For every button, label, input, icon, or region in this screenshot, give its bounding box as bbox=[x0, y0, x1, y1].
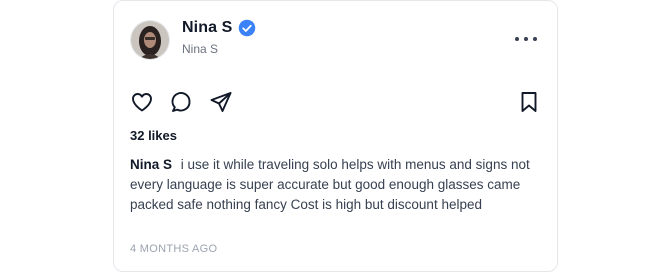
action-bar bbox=[130, 90, 541, 114]
caption-text: i use it while traveling solo helps with… bbox=[130, 157, 530, 212]
post-header: Nina S Nina S bbox=[130, 17, 541, 61]
verified-badge-icon bbox=[238, 19, 256, 37]
bookmark-icon[interactable] bbox=[517, 90, 541, 114]
comment-icon[interactable] bbox=[169, 90, 193, 114]
display-name[interactable]: Nina S bbox=[182, 19, 232, 37]
name-row: Nina S bbox=[182, 19, 256, 37]
caption-author[interactable]: Nina S bbox=[130, 157, 172, 172]
post-card: Nina S Nina S 32 likes Nina S i use it w… bbox=[113, 0, 558, 272]
send-icon[interactable] bbox=[209, 90, 233, 114]
likes-count[interactable]: 32 likes bbox=[130, 128, 177, 143]
more-options-icon[interactable] bbox=[515, 31, 537, 47]
post-timestamp: 4 MONTHS AGO bbox=[130, 243, 218, 255]
caption: Nina S i use it while traveling solo hel… bbox=[130, 155, 535, 215]
heart-icon[interactable] bbox=[130, 90, 154, 114]
user-handle: Nina S bbox=[182, 42, 219, 56]
avatar[interactable] bbox=[130, 20, 170, 60]
